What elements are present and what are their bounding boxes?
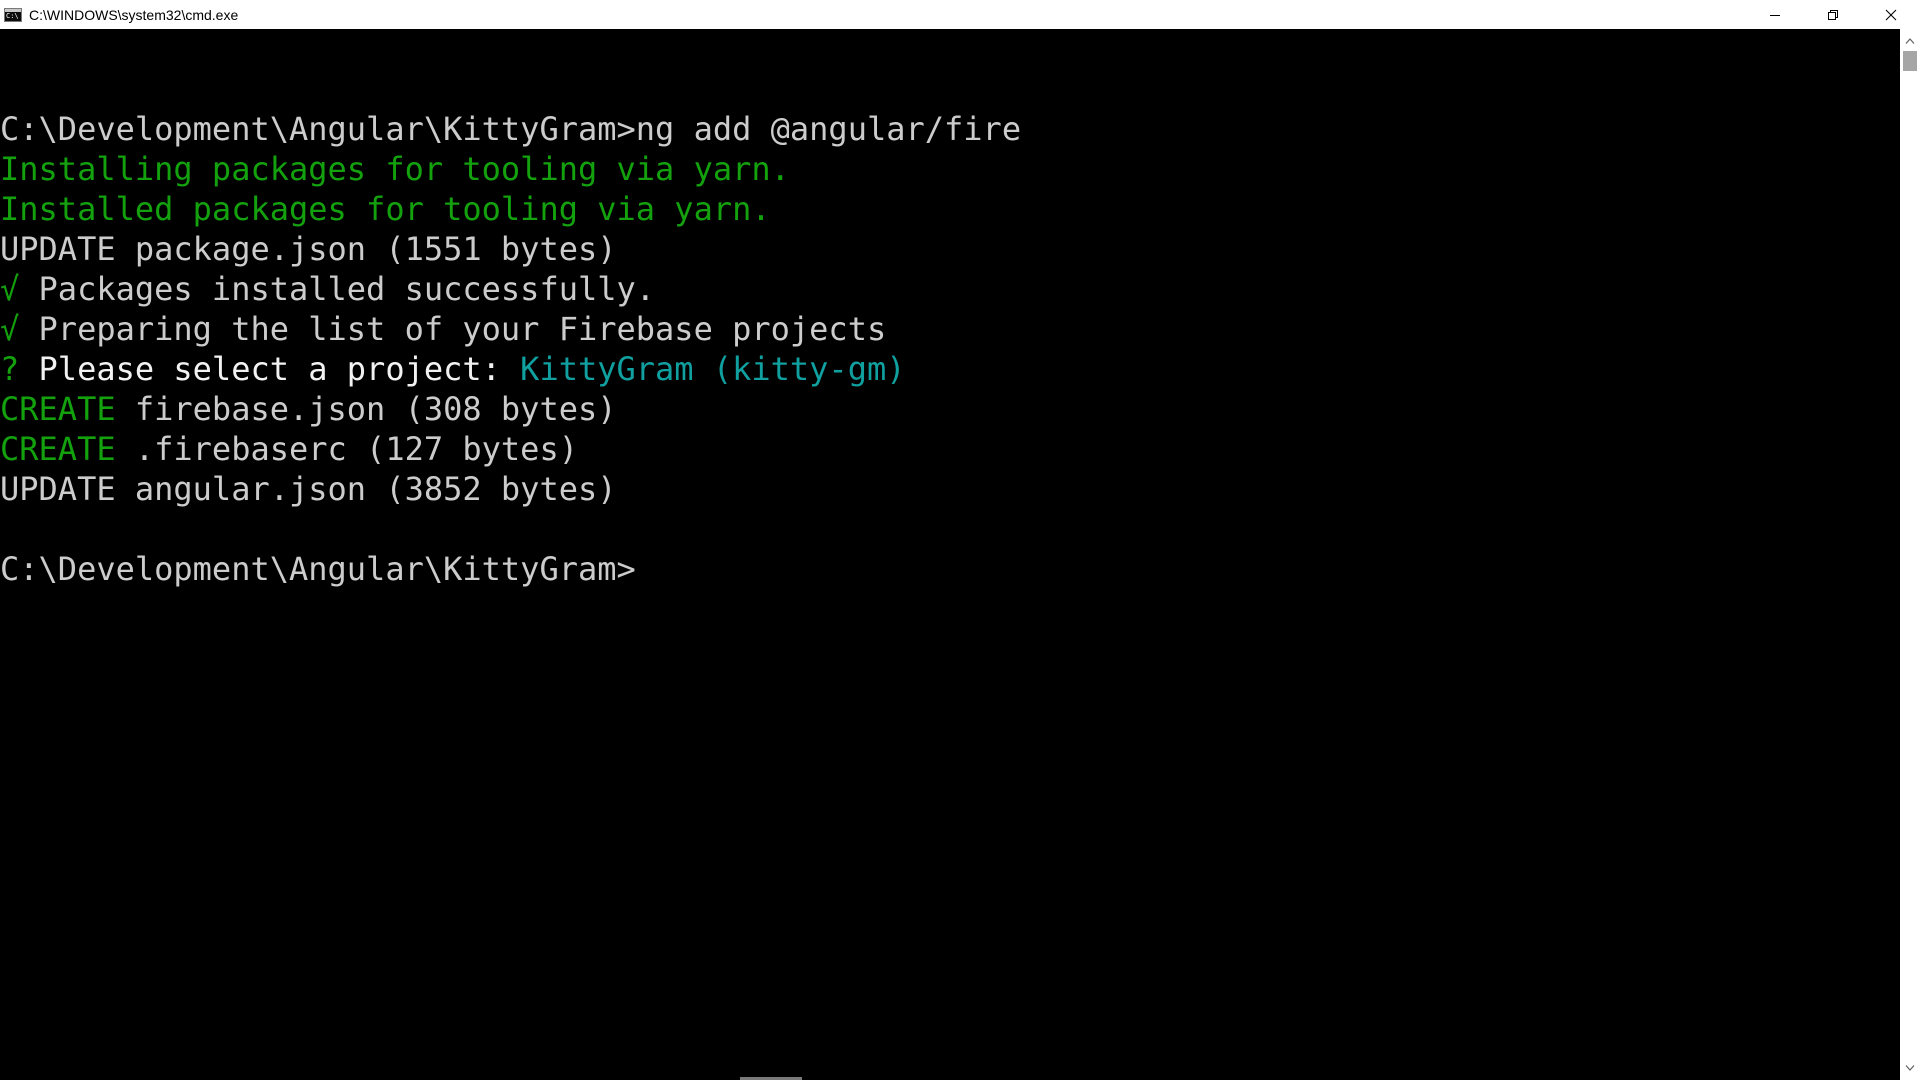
console-line: UPDATE angular.json (3852 bytes) bbox=[0, 469, 1900, 509]
console-text: firebase.json (308 bytes) bbox=[115, 390, 617, 428]
minimize-icon bbox=[1770, 14, 1780, 16]
console-text: Preparing the list of your Firebase proj… bbox=[19, 310, 887, 348]
title-bar[interactable]: C:\WINDOWS\system32\cmd.exe bbox=[0, 0, 1920, 29]
console-text: CREATE bbox=[0, 430, 116, 468]
console-line: CREATE firebase.json (308 bytes) bbox=[0, 389, 1900, 429]
console-text: ? bbox=[0, 350, 20, 388]
console-line: √ Packages installed successfully. bbox=[0, 269, 1900, 309]
console-text: Installing packages for tooling via yarn… bbox=[0, 150, 790, 188]
console-text: UPDATE angular.json (3852 bytes) bbox=[0, 470, 617, 508]
console-text: Please select a project: bbox=[19, 350, 521, 388]
scroll-up-arrow-icon bbox=[1905, 38, 1915, 44]
console-text: √ bbox=[0, 270, 20, 308]
close-button[interactable] bbox=[1862, 0, 1920, 29]
console-text: KittyGram (kitty-gm) bbox=[520, 350, 906, 388]
console-line: UPDATE package.json (1551 bytes) bbox=[0, 229, 1900, 269]
console-text: C:\Development\Angular\KittyGram>ng add … bbox=[0, 110, 1022, 148]
scrollbar-thumb[interactable] bbox=[1903, 51, 1917, 71]
console-text: Packages installed successfully. bbox=[19, 270, 656, 308]
window-controls bbox=[1746, 0, 1920, 29]
console-text: .firebaserc (127 bytes) bbox=[115, 430, 578, 468]
console-text: UPDATE package.json (1551 bytes) bbox=[0, 230, 617, 268]
scroll-down-arrow-icon bbox=[1905, 1065, 1915, 1071]
console-output[interactable]: C:\Development\Angular\KittyGram>ng add … bbox=[0, 29, 1900, 1080]
console-text: Installed packages for tooling via yarn. bbox=[0, 190, 771, 228]
scroll-up-button[interactable] bbox=[1900, 31, 1920, 51]
console-text: CREATE bbox=[0, 390, 116, 428]
restore-icon bbox=[1828, 9, 1838, 20]
restore-button[interactable] bbox=[1804, 0, 1862, 29]
console-line: C:\Development\Angular\KittyGram>ng add … bbox=[0, 109, 1900, 149]
console-line: Installed packages for tooling via yarn. bbox=[0, 189, 1900, 229]
close-icon bbox=[1885, 9, 1897, 20]
vertical-scrollbar[interactable] bbox=[1900, 29, 1920, 1080]
window-title: C:\WINDOWS\system32\cmd.exe bbox=[29, 6, 239, 23]
scroll-down-button[interactable] bbox=[1900, 1058, 1920, 1078]
console-line: Installing packages for tooling via yarn… bbox=[0, 149, 1900, 189]
console-line: C:\Development\Angular\KittyGram> bbox=[0, 549, 1900, 589]
console-text: C:\Development\Angular\KittyGram> bbox=[0, 550, 636, 588]
cmd-icon[interactable] bbox=[4, 7, 22, 22]
console-line: √ Preparing the list of your Firebase pr… bbox=[0, 309, 1900, 349]
console-line: ? Please select a project: KittyGram (ki… bbox=[0, 349, 1900, 389]
console-line: CREATE .firebaserc (127 bytes) bbox=[0, 429, 1900, 469]
console-text: √ bbox=[0, 310, 20, 348]
minimize-button[interactable] bbox=[1746, 0, 1804, 29]
cmd-window: C:\WINDOWS\system32\cmd.exe C:\D bbox=[0, 0, 1920, 1080]
